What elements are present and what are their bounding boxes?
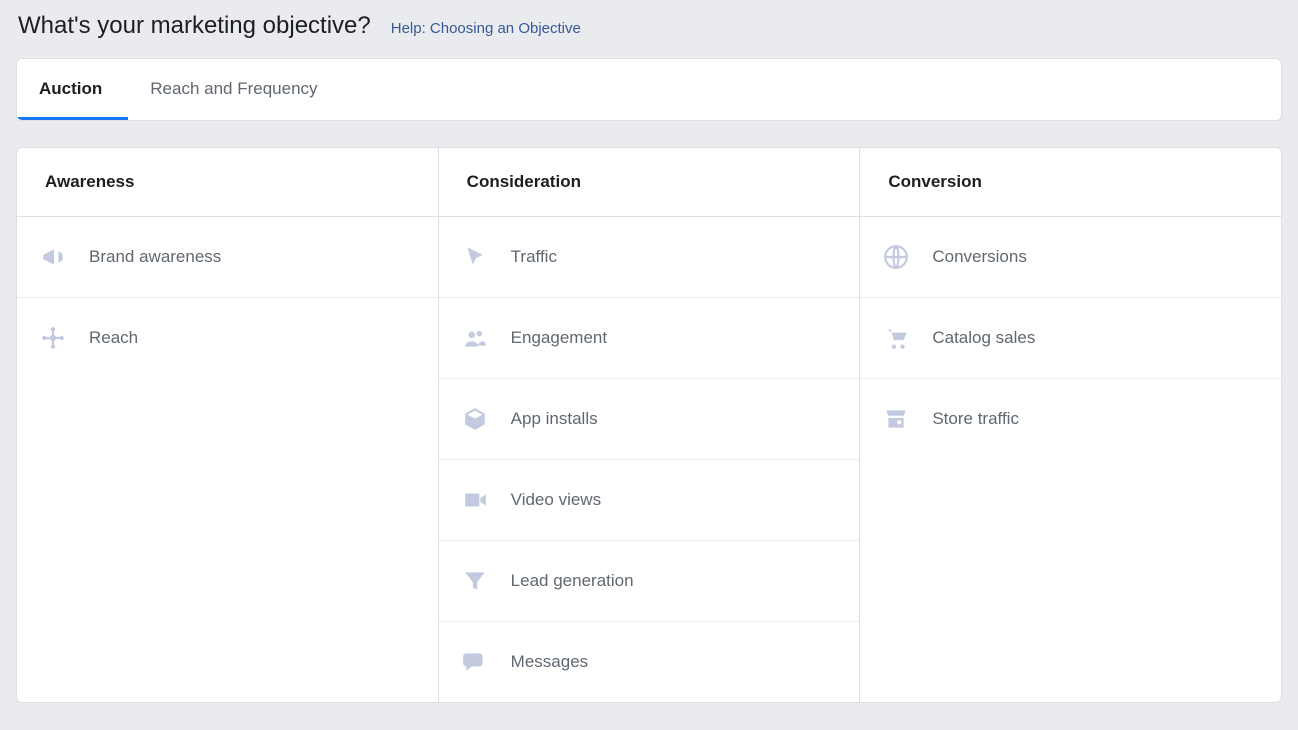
objective-label: Conversions [932, 247, 1027, 267]
cart-icon [882, 324, 910, 352]
page-header: What's your marketing objective? Help: C… [16, 12, 1282, 40]
chat-icon [461, 648, 489, 676]
objective-lead-generation[interactable]: Lead generation [439, 541, 860, 622]
objective-brand-awareness[interactable]: Brand awareness [17, 217, 438, 298]
objective-traffic[interactable]: Traffic [439, 217, 860, 298]
cursor-icon [461, 243, 489, 271]
column-awareness: Awareness Brand awareness Reach [17, 148, 439, 702]
column-consideration-title: Consideration [439, 148, 860, 217]
objective-catalog-sales[interactable]: Catalog sales [860, 298, 1281, 379]
store-icon [882, 405, 910, 433]
column-consideration: Consideration Traffic Engagement App ins… [439, 148, 861, 702]
page-title: What's your marketing objective? [18, 12, 371, 40]
column-awareness-title: Awareness [17, 148, 438, 217]
box-icon [461, 405, 489, 433]
video-icon [461, 486, 489, 514]
objective-label: Traffic [511, 247, 557, 267]
objective-label: Brand awareness [89, 247, 221, 267]
objective-store-traffic[interactable]: Store traffic [860, 379, 1281, 459]
network-icon [39, 324, 67, 352]
objective-app-installs[interactable]: App installs [439, 379, 860, 460]
objective-engagement[interactable]: Engagement [439, 298, 860, 379]
tabs-container: Auction Reach and Frequency [16, 58, 1282, 121]
objective-conversions[interactable]: Conversions [860, 217, 1281, 298]
globe-icon [882, 243, 910, 271]
objective-video-views[interactable]: Video views [439, 460, 860, 541]
tab-auction[interactable]: Auction [17, 59, 128, 120]
help-link[interactable]: Help: Choosing an Objective [391, 20, 581, 37]
objective-label: Engagement [511, 328, 607, 348]
objective-label: App installs [511, 409, 598, 429]
megaphone-icon [39, 243, 67, 271]
funnel-icon [461, 567, 489, 595]
people-icon [461, 324, 489, 352]
column-conversion-title: Conversion [860, 148, 1281, 217]
objective-reach[interactable]: Reach [17, 298, 438, 378]
tab-reach-and-frequency[interactable]: Reach and Frequency [128, 59, 343, 120]
objective-label: Video views [511, 490, 601, 510]
objectives-grid: Awareness Brand awareness Reach Consider… [16, 147, 1282, 703]
column-conversion: Conversion Conversions Catalog sales Sto… [860, 148, 1281, 702]
objective-label: Reach [89, 328, 138, 348]
objective-label: Lead generation [511, 571, 634, 591]
objective-label: Store traffic [932, 409, 1019, 429]
objective-messages[interactable]: Messages [439, 622, 860, 702]
objective-label: Catalog sales [932, 328, 1035, 348]
objective-label: Messages [511, 652, 588, 672]
